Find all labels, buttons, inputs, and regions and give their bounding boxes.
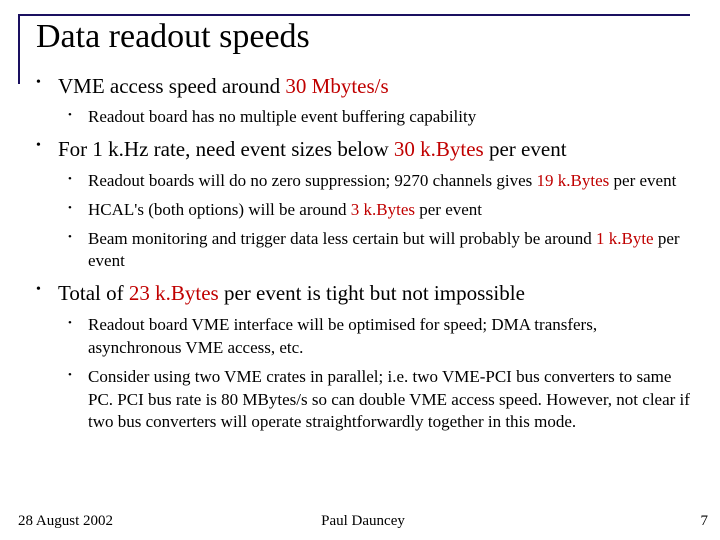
- sub-bullet: Readout board has no multiple event buff…: [58, 106, 692, 129]
- text: Readout boards will do no zero suppressi…: [88, 171, 537, 190]
- sub-bullet: HCAL's (both options) will be around 3 k…: [58, 199, 692, 222]
- text: VME access speed around: [58, 74, 285, 98]
- highlight: 23 k.Bytes: [129, 281, 219, 305]
- slide: Data readout speeds VME access speed aro…: [0, 0, 720, 540]
- text: Total of: [58, 281, 129, 305]
- text: per event: [484, 137, 567, 161]
- footer-author: Paul Dauncey: [18, 513, 708, 530]
- title-rule-left: [18, 14, 20, 84]
- bullet-list: VME access speed around 30 Mbytes/s Read…: [32, 72, 692, 434]
- text: per event: [415, 200, 482, 219]
- slide-title: Data readout speeds: [36, 18, 310, 56]
- text: For 1 k.Hz rate, need event sizes below: [58, 137, 394, 161]
- highlight: 1 k.Byte: [596, 229, 654, 248]
- sub-list: Readout boards will do no zero suppressi…: [58, 170, 692, 274]
- bullet-2: For 1 k.Hz rate, need event sizes below …: [32, 135, 692, 273]
- bullet-1: VME access speed around 30 Mbytes/s Read…: [32, 72, 692, 129]
- text: HCAL's (both options) will be around: [88, 200, 351, 219]
- highlight: 30 k.Bytes: [394, 137, 484, 161]
- highlight: 19 k.Bytes: [537, 171, 610, 190]
- sub-bullet: Readout boards will do no zero suppressi…: [58, 170, 692, 193]
- text: per event is tight but not impossible: [219, 281, 525, 305]
- sub-bullet: Consider using two VME crates in paralle…: [58, 366, 692, 435]
- text: Beam monitoring and trigger data less ce…: [88, 229, 596, 248]
- slide-body: VME access speed around 30 Mbytes/s Read…: [32, 72, 692, 440]
- text: per event: [609, 171, 676, 190]
- highlight: 30 Mbytes/s: [285, 74, 388, 98]
- bullet-3: Total of 23 k.Bytes per event is tight b…: [32, 279, 692, 434]
- highlight: 3 k.Bytes: [351, 200, 415, 219]
- title-rule-top: [18, 14, 690, 16]
- sub-list: Readout board VME interface will be opti…: [58, 314, 692, 435]
- sub-bullet: Readout board VME interface will be opti…: [58, 314, 692, 360]
- sub-bullet: Beam monitoring and trigger data less ce…: [58, 228, 692, 274]
- sub-list: Readout board has no multiple event buff…: [58, 106, 692, 129]
- footer: 28 August 2002 Paul Dauncey 7: [18, 513, 708, 530]
